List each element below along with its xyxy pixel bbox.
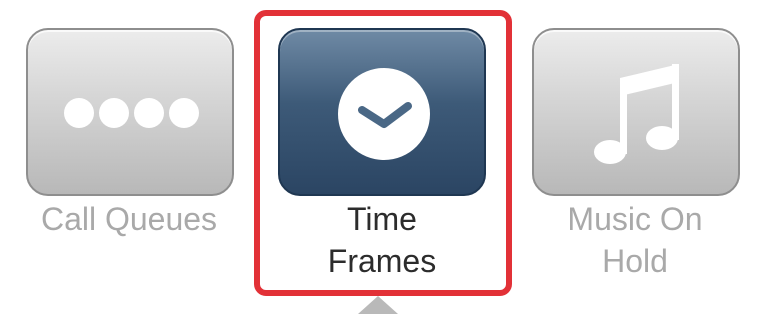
feature-tiles-row: Call Queues Time Frames Music On Hold xyxy=(0,0,768,314)
music-on-hold-label-line2: Hold xyxy=(602,243,668,279)
music-on-hold-label: Music On Hold xyxy=(520,198,750,282)
dots-icon xyxy=(64,98,199,128)
music-note-icon xyxy=(594,64,679,164)
call-queues-label-text: Call Queues xyxy=(40,201,218,237)
selected-pointer xyxy=(358,296,398,314)
music-on-hold-label-line1: Music On xyxy=(567,201,703,237)
call-queues-label: Call Queues xyxy=(14,198,244,240)
music-on-hold-tile[interactable] xyxy=(532,28,740,196)
selection-highlight xyxy=(254,10,512,296)
call-queues-tile[interactable] xyxy=(26,28,234,196)
